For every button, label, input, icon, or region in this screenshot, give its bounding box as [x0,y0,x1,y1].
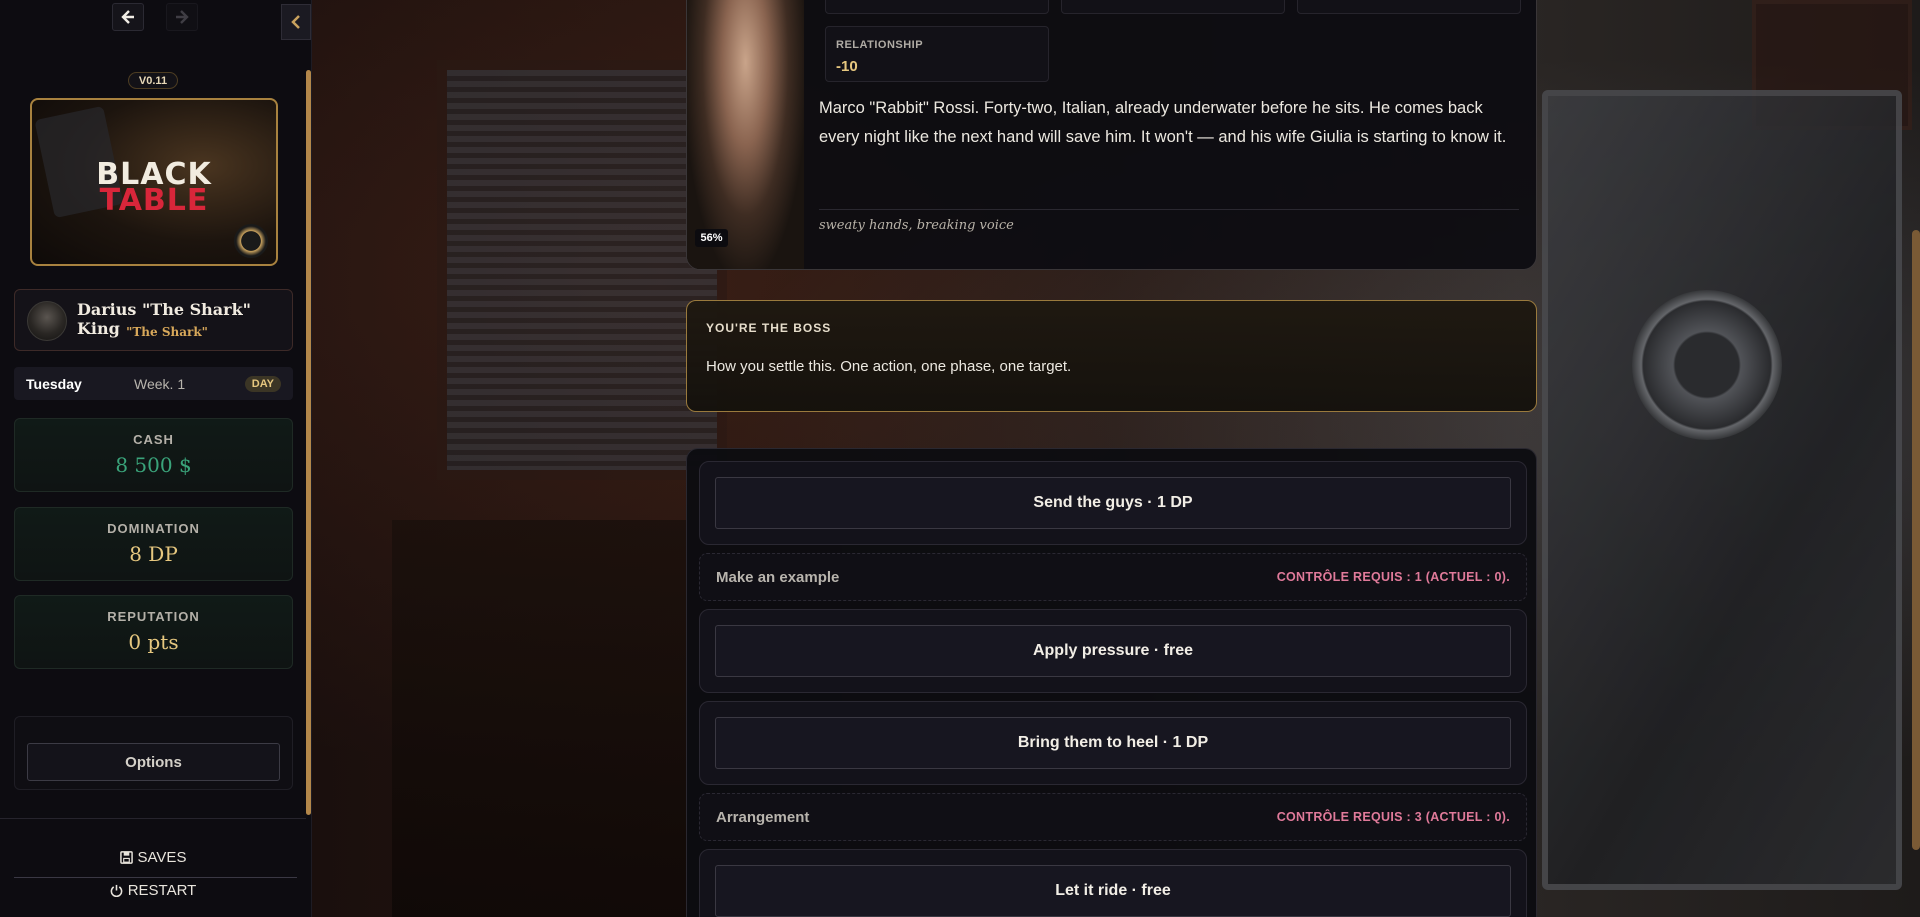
power-icon [110,884,123,897]
restart-button[interactable]: RESTART [0,882,306,899]
relationship-box: RELATIONSHIP -10 [825,26,1049,82]
poker-chip-graphic [234,224,268,258]
stat-value: 8 500 $ [115,453,192,477]
stat-label: REPUTATION [107,609,200,624]
send-the-guys-button[interactable]: Send the guys · 1 DP [715,477,1511,529]
locked-action-row: Arrangement CONTRÔLE REQUIS : 3 (ACTUEL … [699,793,1527,841]
back-button[interactable] [112,3,144,31]
saves-label: SAVES [137,849,187,866]
version-badge: V0.11 [128,72,178,89]
footer-divider [14,877,297,878]
relationship-value: -10 [836,58,858,75]
locked-action-name: Arrangement [716,808,810,826]
sidebar: V0.11 BLACK TABLE Darius "The Shark" Kin… [0,0,312,917]
relationship-label: RELATIONSHIP [836,39,924,51]
office-window-blinds [437,60,727,480]
stat-cash: CASH 8 500 $ [14,418,293,492]
vault-safe [1542,90,1902,890]
stat-label: CASH [133,432,174,447]
stat-label: DOMINATION [107,521,200,536]
boss-title: YOU'RE THE BOSS [706,321,832,335]
vault-dial [1632,290,1782,440]
collapse-sidebar-button[interactable] [281,4,311,40]
player-nickname: "The Shark" [126,325,208,339]
page-scrollbar[interactable] [1912,230,1920,850]
action-item: Send the guys · 1 DP [699,461,1527,545]
sidebar-footer: SAVES RESTART [0,818,306,917]
phase-badge: DAY [244,375,281,392]
arrow-left-icon [121,10,134,24]
options-button[interactable]: Options [27,743,280,781]
let-it-ride-button[interactable]: Let it ride · free [715,865,1511,917]
actions-panel: Send the guys · 1 DP Make an example CON… [686,448,1537,917]
locked-action-name: Make an example [716,568,840,586]
boss-description: How you settle this. One action, one pha… [706,358,1072,375]
npc-stat-box [1061,0,1285,14]
player-avatar [27,301,67,341]
stat-reputation: REPUTATION 0 pts [14,595,293,669]
options-panel: Options [14,716,293,790]
npc-stat-box [1297,0,1521,14]
week-label: Week. 1 [134,375,186,392]
day-label: Tuesday [26,375,82,392]
bring-to-heel-button[interactable]: Bring them to heel · 1 DP [715,717,1511,769]
forward-button[interactable] [166,3,198,31]
action-item: Bring them to heel · 1 DP [699,701,1527,785]
action-item: Let it ride · free [699,849,1527,917]
logo-line-2: TABLE [99,183,209,218]
npc-profile-card: 56% RELATIONSHIP -10 Marco "Rabbit" Ross… [686,0,1537,270]
stat-value: 8 DP [129,542,178,566]
npc-traits: sweaty hands, breaking voice [819,218,1014,233]
npc-portrait: 56% [687,0,804,269]
portrait-percentage: 56% [695,229,728,247]
apply-pressure-button[interactable]: Apply pressure · free [715,625,1511,677]
locked-action-row: Make an example CONTRÔLE REQUIS : 1 (ACT… [699,553,1527,601]
locked-action-requirement: CONTRÔLE REQUIS : 3 (ACTUEL : 0). [1276,810,1510,824]
action-item: Apply pressure · free [699,609,1527,693]
locked-action-requirement: CONTRÔLE REQUIS : 1 (ACTUEL : 0). [1276,570,1510,584]
calendar-row: Tuesday Week. 1 DAY [14,367,293,400]
player-card[interactable]: Darius "The Shark" King "The Shark" [14,289,293,351]
sidebar-scrollbar[interactable] [306,70,311,815]
game-logo: BLACK TABLE [30,98,278,266]
restart-label: RESTART [127,882,197,899]
stat-domination: DOMINATION 8 DP [14,507,293,581]
boss-prompt-card: YOU'RE THE BOSS How you settle this. One… [686,300,1537,412]
stat-value: 0 pts [128,630,179,654]
logo-text: BLACK TABLE [32,160,276,218]
npc-bio: Marco "Rabbit" Rossi. Forty-two, Italian… [819,99,1507,146]
chevron-left-icon [291,15,300,29]
saves-button[interactable]: SAVES [0,849,306,866]
npc-stat-box [825,0,1049,14]
arrow-right-icon [176,10,189,24]
floppy-disk-icon [119,851,133,864]
bio-divider [819,209,1519,210]
